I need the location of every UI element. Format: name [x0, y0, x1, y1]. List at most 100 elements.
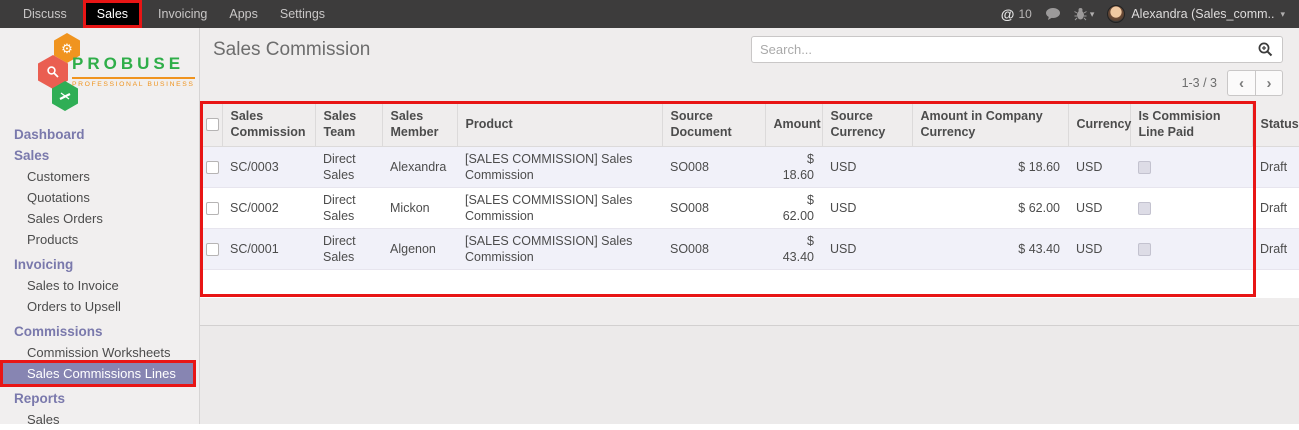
brand-title: PROBUSE	[72, 54, 195, 74]
is-paid-checkbox[interactable]	[1138, 243, 1151, 256]
cell-source-currency: USD	[822, 146, 912, 187]
cell-source-document: SO008	[662, 146, 765, 187]
col-product[interactable]: Product	[457, 103, 662, 146]
commission-lines-table: Sales Commission Sales Team Sales Member…	[200, 103, 1299, 298]
sidebar-heading-commissions: Commissions	[0, 321, 199, 342]
menu-apps[interactable]: Apps	[218, 0, 269, 28]
row-checkbox[interactable]	[206, 202, 219, 215]
sidebar-item-products[interactable]: Products	[0, 229, 199, 250]
table-row[interactable]: SC/0002 Direct Sales Mickon [SALES COMMI…	[200, 187, 1299, 228]
col-currency[interactable]: Currency	[1068, 103, 1130, 146]
cell-source-document: SO008	[662, 228, 765, 269]
cell-source-currency: USD	[822, 228, 912, 269]
cell-status: Draft	[1252, 187, 1299, 228]
is-paid-checkbox[interactable]	[1138, 202, 1151, 215]
menu-invoicing[interactable]: Invoicing	[147, 0, 218, 28]
menu-sales[interactable]: Sales	[86, 3, 139, 25]
sidebar-item-orders-to-upsell[interactable]: Orders to Upsell	[0, 296, 199, 317]
table-row[interactable]: SC/0001 Direct Sales Algenon [SALES COMM…	[200, 228, 1299, 269]
search-input[interactable]	[752, 37, 1249, 62]
menu-settings[interactable]: Settings	[269, 0, 336, 28]
cell-is-paid	[1130, 146, 1252, 187]
cell-amount-company: $ 43.40	[912, 228, 1068, 269]
sidebar-heading-reports: Reports	[0, 388, 199, 409]
cell-is-paid	[1130, 187, 1252, 228]
magnifier-icon	[46, 65, 60, 79]
mention-count: 10	[1018, 7, 1031, 21]
search-box	[751, 36, 1283, 63]
chevron-down-icon: ▾	[1280, 9, 1285, 20]
pager-next-button[interactable]: ›	[1255, 70, 1283, 96]
chevron-left-icon: ‹	[1239, 75, 1244, 92]
cell-currency: USD	[1068, 146, 1130, 187]
select-all-checkbox[interactable]	[206, 118, 219, 131]
col-source-document[interactable]: Source Document	[662, 103, 765, 146]
sidebar-item-sales-orders[interactable]: Sales Orders	[0, 208, 199, 229]
chevron-down-icon: ▾	[1090, 9, 1095, 20]
debug-menu-button[interactable]: ▾	[1074, 7, 1095, 21]
cell-sales-team: Direct Sales	[315, 187, 382, 228]
top-navbar: Discuss Sales Invoicing Apps Settings @ …	[0, 0, 1299, 28]
cell-sales-team: Direct Sales	[315, 146, 382, 187]
col-amount[interactable]: Amount	[765, 103, 822, 146]
row-checkbox[interactable]	[206, 243, 219, 256]
col-sales-team[interactable]: Sales Team	[315, 103, 382, 146]
is-paid-checkbox[interactable]	[1138, 161, 1151, 174]
pager-previous-button[interactable]: ‹	[1227, 70, 1255, 96]
sidebar-item-quotations[interactable]: Quotations	[0, 187, 199, 208]
cell-source-document: SO008	[662, 187, 765, 228]
row-checkbox[interactable]	[206, 161, 219, 174]
cell-sales-commission: SC/0003	[222, 146, 315, 187]
col-sales-commission[interactable]: Sales Commission	[222, 103, 315, 146]
sidebar-item-commission-worksheets[interactable]: Commission Worksheets	[0, 342, 199, 363]
user-menu[interactable]: Alexandra (Sales_comm.. ▾	[1107, 5, 1285, 23]
col-source-currency[interactable]: Source Currency	[822, 103, 912, 146]
top-right-tools: @ 10 ▾ Alexandra (Sales_com	[1001, 5, 1299, 23]
bug-icon	[1074, 7, 1087, 21]
cell-source-currency: USD	[822, 187, 912, 228]
col-is-commission-line-paid[interactable]: Is Commision Line Paid	[1130, 103, 1252, 146]
cell-sales-commission: SC/0002	[222, 187, 315, 228]
col-status[interactable]: Status	[1252, 103, 1299, 146]
avatar	[1107, 5, 1125, 23]
cell-sales-commission: SC/0001	[222, 228, 315, 269]
cell-amount: $ 62.00	[765, 187, 822, 228]
cell-sales-member: Mickon	[382, 187, 457, 228]
row-select-cell	[200, 187, 222, 228]
search-icon	[1257, 41, 1274, 58]
cell-amount: $ 18.60	[765, 146, 822, 187]
sidebar-nav: Dashboard Sales Customers Quotations Sal…	[0, 120, 199, 430]
left-sidebar: ⚙ PROBUSE PROFESSIONAL BUSINESS Dashboar…	[0, 28, 200, 424]
sidebar-heading-invoicing: Invoicing	[0, 254, 199, 275]
cell-currency: USD	[1068, 228, 1130, 269]
cell-sales-member: Algenon	[382, 228, 457, 269]
chat-bubble-icon	[1045, 7, 1061, 21]
mentions-counter[interactable]: @ 10	[1001, 6, 1032, 22]
top-menu: Discuss Sales Invoicing Apps Settings	[0, 0, 336, 28]
cell-currency: USD	[1068, 187, 1130, 228]
cell-sales-member: Alexandra	[382, 146, 457, 187]
pager-range: 1-3 / 3	[1182, 76, 1217, 90]
select-all-cell	[200, 103, 222, 146]
col-sales-member[interactable]: Sales Member	[382, 103, 457, 146]
cell-status: Draft	[1252, 228, 1299, 269]
sidebar-heading-sales: Sales	[0, 145, 199, 166]
odoo-sales-commission-screen: { "topbar": { "menus": [ { "label": "Dis…	[0, 0, 1299, 424]
gear-icon: ⚙	[61, 42, 73, 55]
chat-button[interactable]	[1045, 7, 1061, 21]
menu-discuss[interactable]: Discuss	[12, 0, 78, 28]
cell-product: [SALES COMMISSION] Sales Commission	[457, 228, 662, 269]
col-amount-company-currency[interactable]: Amount in Company Currency	[912, 103, 1068, 146]
pencil-ruler-icon	[58, 89, 72, 103]
cell-product: [SALES COMMISSION] Sales Commission	[457, 146, 662, 187]
brand-subtitle: PROFESSIONAL BUSINESS	[72, 77, 195, 88]
search-button[interactable]	[1249, 41, 1282, 58]
table-header-row: Sales Commission Sales Team Sales Member…	[200, 103, 1299, 146]
sidebar-item-sales-to-invoice[interactable]: Sales to Invoice	[0, 275, 199, 296]
sidebar-item-sales-commissions-lines[interactable]: Sales Commissions Lines	[3, 363, 193, 384]
sidebar-item-customers[interactable]: Customers	[0, 166, 199, 187]
sidebar-item-sales-report[interactable]: Sales	[0, 409, 199, 430]
probuse-logo: ⚙ PROBUSE PROFESSIONAL BUSINESS	[0, 28, 199, 120]
table-row[interactable]: SC/0003 Direct Sales Alexandra [SALES CO…	[200, 146, 1299, 187]
table-empty-row	[200, 269, 1299, 298]
